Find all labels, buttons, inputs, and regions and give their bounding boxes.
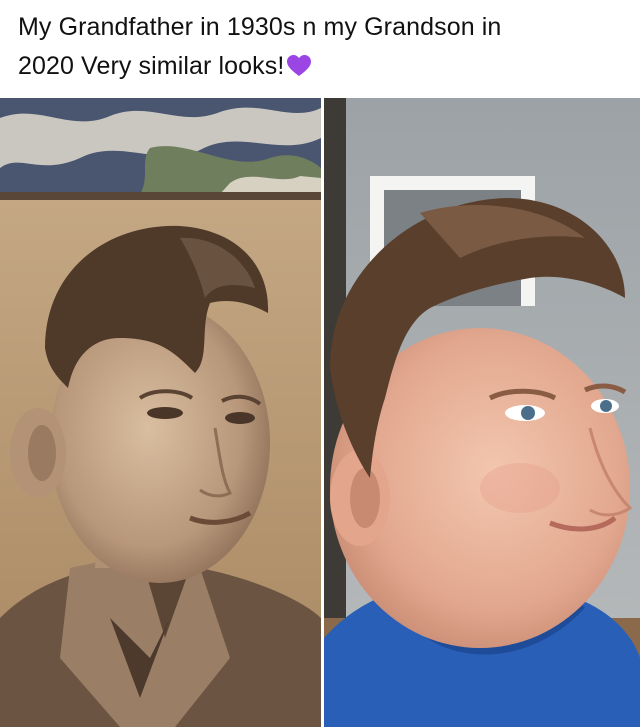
grandfather-photo (0, 98, 321, 727)
caption-line-2: 2020 Very similar looks! (18, 47, 622, 90)
purple-heart-icon (286, 51, 312, 90)
post-caption: My Grandfather in 1930s n my Grandson in… (18, 8, 622, 90)
caption-line-2-text: 2020 Very similar looks! (18, 52, 285, 80)
grandson-photo (324, 98, 640, 727)
facebook-post: My Grandfather in 1930s n my Grandson in… (0, 0, 640, 727)
caption-line-1: My Grandfather in 1930s n my Grandson in (18, 13, 502, 41)
photo-collage (0, 98, 640, 727)
